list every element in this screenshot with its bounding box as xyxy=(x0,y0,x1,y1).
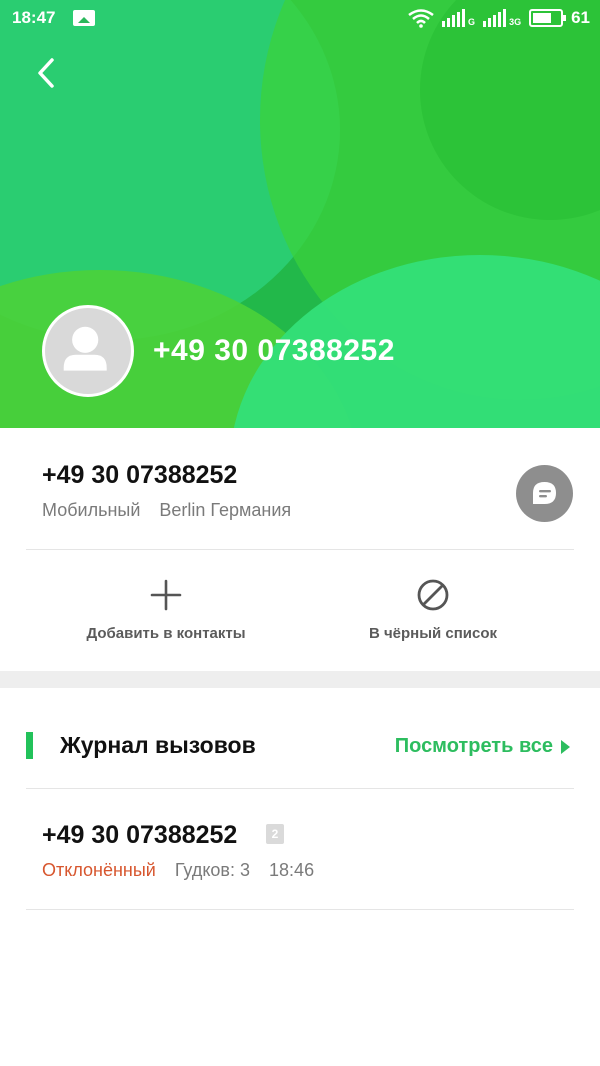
sim-icon: 2 xyxy=(266,824,284,844)
status-time: 18:47 xyxy=(12,8,56,27)
signal-icon: 3G xyxy=(483,9,521,27)
avatar xyxy=(42,305,134,397)
network-tag: G xyxy=(468,17,476,27)
image-icon xyxy=(73,10,95,26)
status-indicators: G 3G 61 xyxy=(408,6,590,30)
battery-level: 61 xyxy=(571,8,590,27)
call-time: 18:46 xyxy=(269,860,315,880)
plus-icon xyxy=(150,579,182,611)
avatar-person-icon xyxy=(63,326,107,371)
blacklist-button[interactable]: В чёрный список xyxy=(303,575,563,642)
message-bubble-icon xyxy=(533,482,556,504)
call-status: Отклонённый xyxy=(42,860,156,880)
battery-icon xyxy=(529,9,567,27)
section-accent-bar xyxy=(26,732,33,759)
number-location: Berlin Германия xyxy=(159,500,292,520)
network-tag: 3G xyxy=(509,17,522,27)
blacklist-label: В чёрный список xyxy=(368,625,498,642)
call-meta: Отклонённый Гудков: 3 18:46 xyxy=(42,860,314,881)
call-rings: Гудков: 3 xyxy=(174,860,251,880)
contact-phone-number: +49 30 07388252 xyxy=(42,461,238,489)
call-number: +49 30 07388252 xyxy=(42,821,238,849)
back-arrow-icon[interactable] xyxy=(30,55,66,91)
signal-icon: G xyxy=(442,9,475,27)
divider xyxy=(26,549,574,550)
number-type: Мобильный xyxy=(42,500,141,520)
status-bar: 18:47 G 3G 61 xyxy=(0,0,600,36)
header-phone-number: +49 30 07388252 xyxy=(153,334,395,367)
block-icon xyxy=(417,579,449,611)
call-log-title: Журнал вызовов xyxy=(60,732,256,758)
add-contact-label: Добавить в контакты xyxy=(86,625,246,642)
contact-meta: Мобильный Berlin Германия xyxy=(42,500,291,521)
view-all-link[interactable]: Посмотреть все xyxy=(395,735,570,758)
contact-header: 18:47 G 3G 61 +49 30 07388252 xyxy=(0,0,600,428)
view-all-label: Посмотреть все xyxy=(394,735,553,757)
section-separator xyxy=(0,671,600,688)
wifi-icon xyxy=(408,9,434,28)
divider xyxy=(26,909,574,910)
message-button[interactable] xyxy=(516,465,573,522)
call-log-entry[interactable]: +49 30 07388252 2 Отклонённый Гудков: 3 … xyxy=(0,789,600,909)
add-contact-button[interactable]: Добавить в контакты xyxy=(36,575,296,642)
arrow-right-icon xyxy=(561,739,570,754)
